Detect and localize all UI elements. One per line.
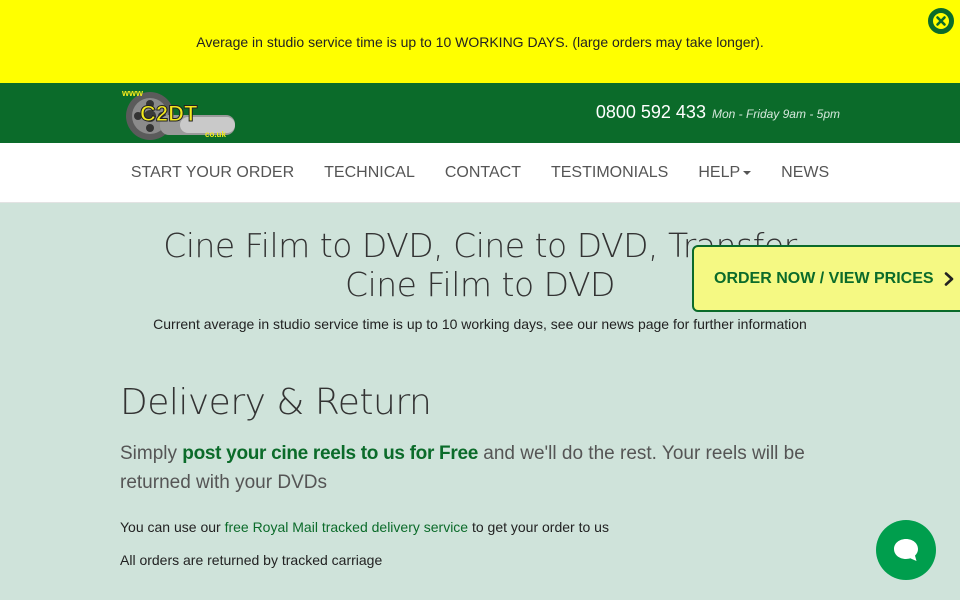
lead-paragraph: Simply post your cine reels to us for Fr…: [120, 439, 840, 497]
chevron-right-icon: [944, 271, 954, 286]
svg-text:C2DT: C2DT: [140, 101, 198, 126]
caret-down-icon: [743, 170, 752, 175]
main-content: Cine Film to DVD, Cine to DVD, Transfer …: [0, 204, 960, 600]
close-icon: [933, 13, 949, 29]
nav-item-technical[interactable]: TECHNICAL: [309, 164, 430, 182]
logo-image: www C2DT co.uk: [121, 88, 235, 140]
nav-item-help[interactable]: HELP: [683, 164, 766, 182]
opening-hours: Mon - Friday 9am - 5pm: [711, 107, 840, 121]
notice-close-button[interactable]: [928, 8, 954, 34]
nav-item-contact[interactable]: CONTACT: [430, 164, 536, 182]
svg-text:www: www: [121, 88, 144, 98]
nav-item-news[interactable]: NEWS: [766, 164, 844, 182]
site-header: www C2DT co.uk 0800 592 433 Mon - Friday…: [0, 83, 960, 143]
chat-button[interactable]: [876, 520, 936, 580]
service-note: Current average in studio service time i…: [153, 316, 807, 332]
order-now-button[interactable]: ORDER NOW / VIEW PRICES: [692, 245, 960, 312]
svg-text:co.uk: co.uk: [205, 130, 226, 139]
p1-text-post: to get your order to us: [468, 519, 609, 535]
notice-text: Average in studio service time is up to …: [196, 33, 764, 50]
chat-bubble-icon: [894, 539, 918, 561]
main-nav: START YOUR ORDER TECHNICAL CONTACT TESTI…: [0, 143, 960, 203]
nav-item-label: TESTIMONIALS: [550, 163, 669, 181]
nav-item-label: NEWS: [781, 163, 830, 181]
section-title: Delivery & Return: [120, 382, 432, 423]
return-paragraph: All orders are returned by tracked carri…: [120, 552, 383, 568]
nav-item-label: HELP: [698, 163, 741, 181]
lead-text-pre: Simply: [120, 443, 183, 464]
nav-item-start-your-order[interactable]: START YOUR ORDER: [116, 164, 309, 182]
delivery-paragraph: You can use our free Royal Mail tracked …: [120, 519, 609, 535]
nav-item-label: TECHNICAL: [324, 163, 415, 181]
p1-text-pre: You can use our: [120, 519, 225, 535]
phone-number[interactable]: 0800 592 433: [596, 102, 706, 123]
contact-info: 0800 592 433 Mon - Friday 9am - 5pm: [596, 102, 840, 123]
free-post-link[interactable]: post your cine reels to us for Free: [182, 443, 478, 464]
notice-bar: Average in studio service time is up to …: [0, 0, 960, 83]
nav-item-label: START YOUR ORDER: [130, 163, 295, 181]
nav-item-label: CONTACT: [444, 163, 521, 181]
page-title-line2: Cine Film to DVD: [345, 265, 615, 304]
site-logo[interactable]: www C2DT co.uk: [120, 83, 240, 143]
nav-item-testimonials[interactable]: TESTIMONIALS: [536, 164, 683, 182]
order-now-label: ORDER NOW / VIEW PRICES: [714, 269, 934, 287]
royal-mail-link[interactable]: free Royal Mail tracked delivery service: [225, 519, 469, 535]
